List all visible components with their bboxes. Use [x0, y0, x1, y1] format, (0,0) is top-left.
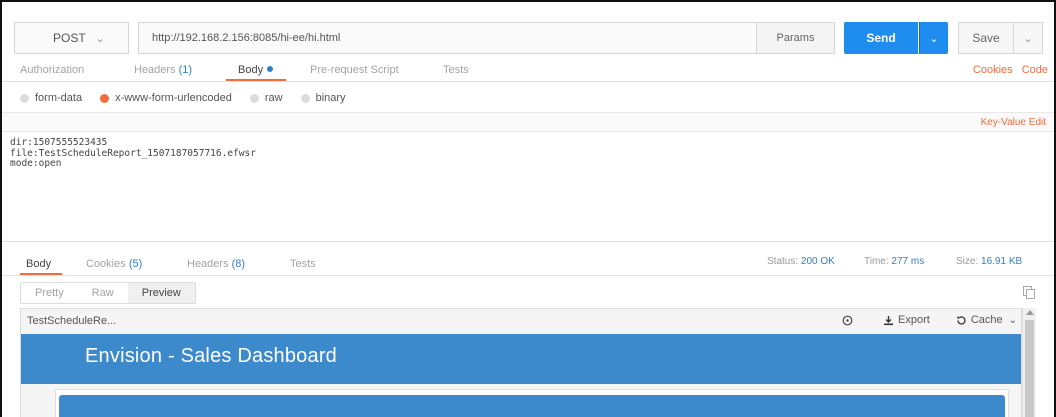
request-bar: POST ⌄ http://192.168.2.156:8085/hi-ee/h…	[14, 22, 1046, 54]
radio-urlencoded[interactable]: x-www-form-urlencoded	[100, 92, 232, 104]
chevron-down-icon: ⌄	[1008, 314, 1017, 326]
resp-tab-body[interactable]: Body	[26, 258, 51, 270]
cache-button[interactable]: Cache ⌄	[956, 314, 1017, 326]
size-value: 16.91 KB	[981, 256, 1023, 267]
view-pretty-button[interactable]: Pretty	[21, 283, 78, 303]
response-preview: TestScheduleRe... Export Cache ⌄ Envisio…	[20, 308, 1022, 417]
send-button[interactable]: Send	[844, 22, 918, 54]
size-label: Size:	[956, 256, 979, 267]
radio-binary[interactable]: binary	[300, 92, 346, 104]
preview-actions: Export Cache ⌄	[822, 314, 1017, 326]
active-tab-indicator	[226, 79, 286, 81]
dashboard-banner: Envision - Sales Dashboard	[21, 334, 1021, 384]
view-raw-button[interactable]: Raw	[77, 283, 128, 303]
method-select[interactable]: POST ⌄	[14, 22, 129, 54]
time-label: Time:	[864, 256, 889, 267]
time-readout: Time: 277 ms	[864, 256, 924, 267]
cookies-link[interactable]: Cookies	[973, 64, 1013, 76]
save-button[interactable]: Save	[958, 22, 1014, 54]
cache-label: Cache	[970, 314, 1003, 326]
copy-icon[interactable]	[1022, 285, 1036, 299]
tab-headers[interactable]: Headers (1)	[134, 64, 192, 76]
download-icon	[884, 315, 894, 325]
status-readout: Status: 200 OK	[767, 256, 835, 267]
export-button[interactable]: Export	[883, 314, 930, 326]
export-label: Export	[898, 314, 930, 326]
scroll-thumb[interactable]	[1025, 320, 1034, 417]
tab-prerequest-script[interactable]: Pre-request Script	[310, 64, 399, 76]
view-mode-toggle: Pretty Raw Preview	[20, 282, 196, 304]
postman-window: POST ⌄ http://192.168.2.156:8085/hi-ee/h…	[0, 0, 1056, 417]
editor-toolbar: Key-Value Edit	[2, 112, 1054, 132]
bulk-edit-textarea[interactable]: dir:1507555523435 file:TestScheduleRepor…	[10, 137, 256, 170]
code-link[interactable]: Code	[1022, 64, 1048, 76]
status-value: 200 OK	[800, 256, 835, 267]
dashboard-title: Envision - Sales Dashboard	[85, 345, 337, 367]
resp-tab-cookies[interactable]: Cookies (5)	[86, 258, 142, 270]
dashboard-card-header	[59, 395, 1005, 417]
radio-raw[interactable]: raw	[249, 92, 283, 104]
url-input[interactable]: http://192.168.2.156:8085/hi-ee/hi.html	[138, 22, 758, 54]
size-readout: Size: 16.91 KB	[956, 256, 1022, 267]
key-value-edit-link[interactable]: Key-Value Edit	[981, 117, 1046, 128]
chevron-down-icon: ⌄	[1023, 32, 1033, 45]
radio-circle-icon	[300, 93, 310, 103]
tab-headers-count: (1)	[178, 64, 193, 76]
tab-authorization[interactable]: Authorization	[20, 64, 84, 76]
radio-urlencoded-label: x-www-form-urlencoded	[115, 92, 232, 104]
resp-tab-cookies-label: Cookies	[86, 258, 126, 270]
request-tabs: Authorization Headers (1) Body Pre-reque…	[2, 60, 1054, 82]
radio-circle-icon	[20, 93, 29, 103]
tab-body-label: Body	[238, 64, 264, 76]
chevron-down-icon: ⌄	[95, 32, 105, 45]
body-type-selector: form-data x-www-form-urlencoded raw bina…	[20, 90, 364, 106]
refresh-icon	[957, 315, 966, 325]
save-options-button[interactable]: ⌄	[1013, 22, 1043, 54]
editor-line: dir:1507555523435	[10, 137, 108, 148]
resp-tab-headers[interactable]: Headers (8)	[187, 258, 245, 270]
tab-body[interactable]: Body	[238, 64, 274, 76]
resp-tab-headers-label: Headers	[187, 258, 229, 270]
preview-header: TestScheduleRe... Export Cache ⌄	[21, 309, 1021, 334]
tab-headers-label: Headers	[134, 64, 176, 76]
divider	[2, 241, 1054, 242]
method-label: POST	[53, 31, 86, 45]
radio-form-data[interactable]: form-data	[20, 92, 82, 104]
radio-raw-label: raw	[264, 92, 283, 104]
scroll-up-arrow-icon[interactable]	[1026, 310, 1034, 315]
clock-icon	[842, 315, 853, 325]
request-links: Cookies Code	[967, 64, 1048, 76]
time-value: 277 ms	[891, 256, 925, 267]
active-tab-indicator	[20, 273, 62, 275]
radio-circle-icon	[249, 93, 259, 103]
editor-line: mode:open	[10, 158, 62, 169]
modified-dot-icon	[267, 66, 274, 72]
send-options-button[interactable]: ⌄	[919, 22, 948, 54]
chevron-down-icon: ⌄	[929, 32, 939, 45]
radio-form-data-label: form-data	[35, 92, 83, 104]
resp-tab-cookies-count: (5)	[128, 258, 143, 270]
resp-tab-headers-count: (8)	[231, 258, 246, 270]
preview-scrollbar[interactable]	[1022, 308, 1036, 417]
radio-binary-label: binary	[315, 92, 346, 104]
info-button[interactable]	[842, 315, 857, 326]
view-preview-button[interactable]: Preview	[127, 283, 195, 303]
response-tabs: Body Cookies (5) Headers (8) Tests Statu…	[2, 248, 1054, 276]
params-button[interactable]: Params	[756, 22, 835, 54]
report-tab-title[interactable]: TestScheduleRe...	[27, 315, 116, 327]
resp-tab-tests[interactable]: Tests	[290, 258, 316, 270]
status-label: Status:	[767, 256, 799, 267]
radio-circle-icon	[100, 93, 110, 103]
tab-tests[interactable]: Tests	[443, 64, 469, 76]
